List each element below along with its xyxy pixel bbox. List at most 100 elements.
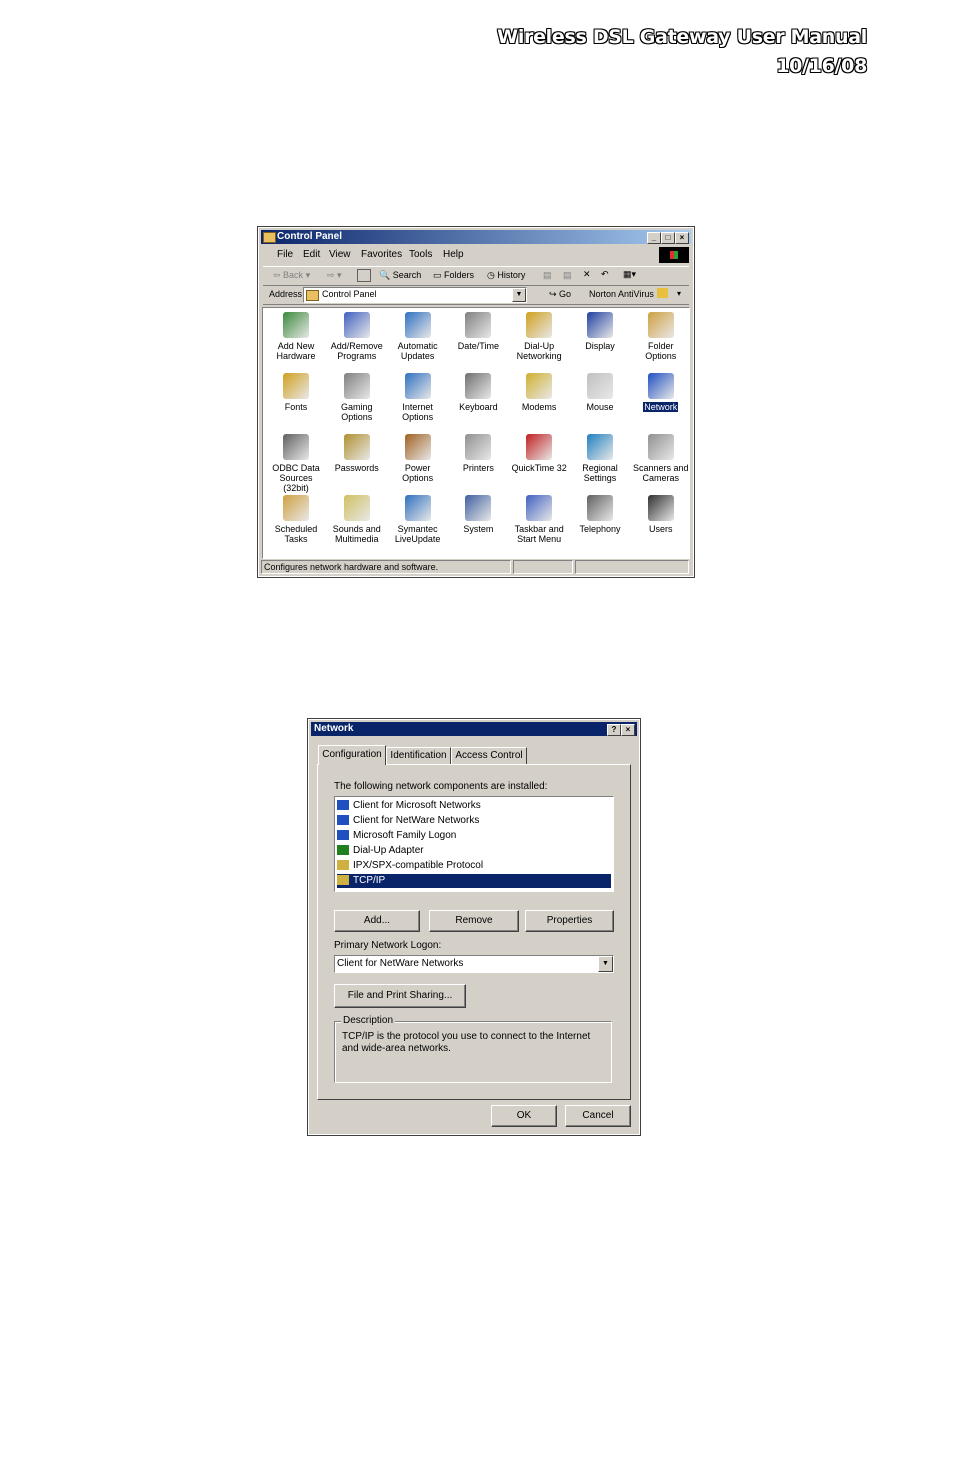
folder-options-icon bbox=[647, 312, 674, 338]
icon-taskbar-and-start-menu[interactable]: Taskbar and Start Menu bbox=[510, 495, 568, 544]
delete-icon[interactable]: ✕ bbox=[583, 269, 591, 280]
icon-label: ODBC Data Sources (32bit) bbox=[272, 463, 320, 493]
primary-logon-select[interactable]: Client for NetWare Networks ▼ bbox=[334, 955, 614, 973]
file-print-sharing-button[interactable]: File and Print Sharing... bbox=[334, 984, 466, 1008]
tab-identification[interactable]: Identification bbox=[386, 747, 451, 765]
list-item[interactable]: IPX/SPX-compatible Protocol bbox=[337, 859, 611, 873]
list-item-selected[interactable]: TCP/IP bbox=[337, 874, 611, 888]
address-field[interactable]: Control Panel ▼ bbox=[303, 287, 527, 303]
close-button[interactable]: × bbox=[675, 232, 689, 244]
maximize-button[interactable]: □ bbox=[661, 232, 675, 244]
icon-display[interactable]: Display bbox=[571, 312, 629, 361]
properties-button[interactable]: Properties bbox=[525, 910, 614, 932]
description-group: Description TCP/IP is the protocol you u… bbox=[334, 1015, 612, 1083]
icon-label: Users bbox=[649, 524, 673, 534]
tab-access-control[interactable]: Access Control bbox=[451, 747, 527, 765]
cancel-button[interactable]: Cancel bbox=[565, 1105, 631, 1127]
menu-help[interactable]: Help bbox=[443, 249, 464, 260]
icon-scheduled-tasks[interactable]: Scheduled Tasks bbox=[267, 495, 325, 544]
views-icon[interactable]: ▦▾ bbox=[623, 269, 636, 280]
move-to-icon[interactable]: ▤ bbox=[543, 270, 552, 281]
icon-network[interactable]: Network bbox=[632, 373, 690, 422]
norton-icon bbox=[657, 288, 668, 298]
address-label: Address bbox=[269, 289, 303, 299]
control-panel-titlebar[interactable]: Control Panel _ □ × bbox=[261, 230, 691, 244]
chevron-down-icon[interactable]: ▾ bbox=[677, 289, 681, 298]
chevron-down-icon[interactable]: ▼ bbox=[598, 956, 613, 972]
tab-configuration[interactable]: Configuration bbox=[318, 745, 386, 765]
internet-options-icon bbox=[404, 373, 431, 399]
icon-label: Date/Time bbox=[457, 341, 499, 351]
add-button[interactable]: Add... bbox=[334, 910, 420, 932]
icon-label: QuickTime 32 bbox=[511, 463, 567, 473]
menu-favorites[interactable]: Favorites bbox=[361, 249, 402, 260]
symantec-liveupdate-icon bbox=[404, 495, 431, 521]
norton-antivirus-button[interactable]: Norton AntiVirus bbox=[589, 289, 654, 299]
icon-label: Telephony bbox=[579, 524, 621, 534]
icon-keyboard[interactable]: Keyboard bbox=[449, 373, 507, 422]
close-button[interactable]: × bbox=[621, 724, 635, 736]
keyboard-icon bbox=[465, 373, 492, 399]
menu-file[interactable]: File bbox=[277, 249, 293, 260]
up-folder-icon[interactable] bbox=[357, 269, 371, 282]
icon-passwords[interactable]: Passwords bbox=[328, 434, 386, 483]
icon-label: Gaming Options bbox=[341, 402, 373, 422]
list-item[interactable]: Client for NetWare Networks bbox=[337, 814, 611, 828]
menu-view[interactable]: View bbox=[329, 249, 351, 260]
icon-label: Printers bbox=[462, 463, 494, 473]
icon-users[interactable]: Users bbox=[632, 495, 690, 544]
icon-telephony[interactable]: Telephony bbox=[571, 495, 629, 544]
icon-label: Add New Hardware bbox=[276, 341, 316, 361]
icon-add-new-hardware[interactable]: Add New Hardware bbox=[267, 312, 325, 361]
icon-automatic-updates[interactable]: Automatic Updates bbox=[389, 312, 447, 361]
icon-fonts[interactable]: Fonts bbox=[267, 373, 325, 422]
icon-internet-options[interactable]: Internet Options bbox=[389, 373, 447, 422]
icon-modems[interactable]: Modems bbox=[510, 373, 568, 422]
address-dropdown-button[interactable]: ▼ bbox=[512, 288, 526, 302]
folder-icon bbox=[306, 290, 319, 301]
icon-dial-up-networking[interactable]: Dial-Up Networking bbox=[510, 312, 568, 361]
icon-folder-options[interactable]: Folder Options bbox=[632, 312, 690, 371]
list-item[interactable]: Microsoft Family Logon bbox=[337, 829, 611, 843]
modems-icon bbox=[526, 373, 553, 399]
icon-add-remove-programs[interactable]: Add/Remove Programs bbox=[328, 312, 386, 361]
icon-printers[interactable]: Printers bbox=[449, 434, 507, 483]
icon-label: Automatic Updates bbox=[397, 341, 438, 361]
icon-scanners-and-cameras[interactable]: Scanners and Cameras bbox=[632, 434, 690, 483]
forward-button[interactable]: ⇨ ▾ bbox=[327, 270, 342, 281]
icon-regional-settings[interactable]: Regional Settings bbox=[571, 434, 629, 483]
primary-logon-label: Primary Network Logon: bbox=[334, 940, 442, 951]
components-list[interactable]: Client for Microsoft Networks Client for… bbox=[334, 796, 614, 892]
icon-label: Scheduled Tasks bbox=[274, 524, 318, 544]
copy-to-icon[interactable]: ▤ bbox=[563, 270, 572, 281]
icon-gaming-options[interactable]: Gaming Options bbox=[328, 373, 386, 422]
list-item[interactable]: Dial-Up Adapter bbox=[337, 844, 611, 858]
icon-symantec-liveupdate[interactable]: Symantec LiveUpdate bbox=[389, 495, 447, 544]
configuration-panel: The following network components are ins… bbox=[317, 764, 631, 1100]
search-button[interactable]: 🔍 Search bbox=[379, 270, 421, 281]
help-button[interactable]: ? bbox=[607, 724, 621, 736]
icon-system[interactable]: System bbox=[449, 495, 507, 544]
telephony-icon bbox=[587, 495, 613, 521]
add-remove-programs-icon bbox=[343, 312, 370, 338]
back-button[interactable]: ⇦ Back ▾ bbox=[273, 270, 310, 281]
history-button[interactable]: ◷ History bbox=[487, 270, 525, 281]
menu-tools[interactable]: Tools bbox=[409, 249, 432, 260]
remove-button[interactable]: Remove bbox=[429, 910, 519, 932]
scanners-and-cameras-icon bbox=[647, 434, 674, 460]
menu-edit[interactable]: Edit bbox=[303, 249, 320, 260]
icon-mouse[interactable]: Mouse bbox=[571, 373, 629, 422]
minimize-button[interactable]: _ bbox=[647, 232, 661, 244]
icon-odbc-data-sources[interactable]: ODBC Data Sources (32bit) bbox=[267, 434, 325, 493]
ok-button[interactable]: OK bbox=[491, 1105, 557, 1127]
printers-icon bbox=[465, 434, 492, 460]
icon-date-time[interactable]: Date/Time bbox=[449, 312, 507, 361]
go-button[interactable]: ↪ Go bbox=[549, 289, 571, 300]
icon-quicktime-32[interactable]: QuickTime 32 bbox=[510, 434, 568, 483]
icon-sounds-and-multimedia[interactable]: Sounds and Multimedia bbox=[328, 495, 386, 544]
folders-button[interactable]: ▭ Folders bbox=[433, 270, 474, 281]
icon-power-options[interactable]: Power Options bbox=[389, 434, 447, 493]
list-item[interactable]: Client for Microsoft Networks bbox=[337, 799, 611, 813]
network-titlebar[interactable]: Network ? × bbox=[311, 722, 637, 736]
undo-icon[interactable]: ↶ bbox=[601, 269, 609, 280]
